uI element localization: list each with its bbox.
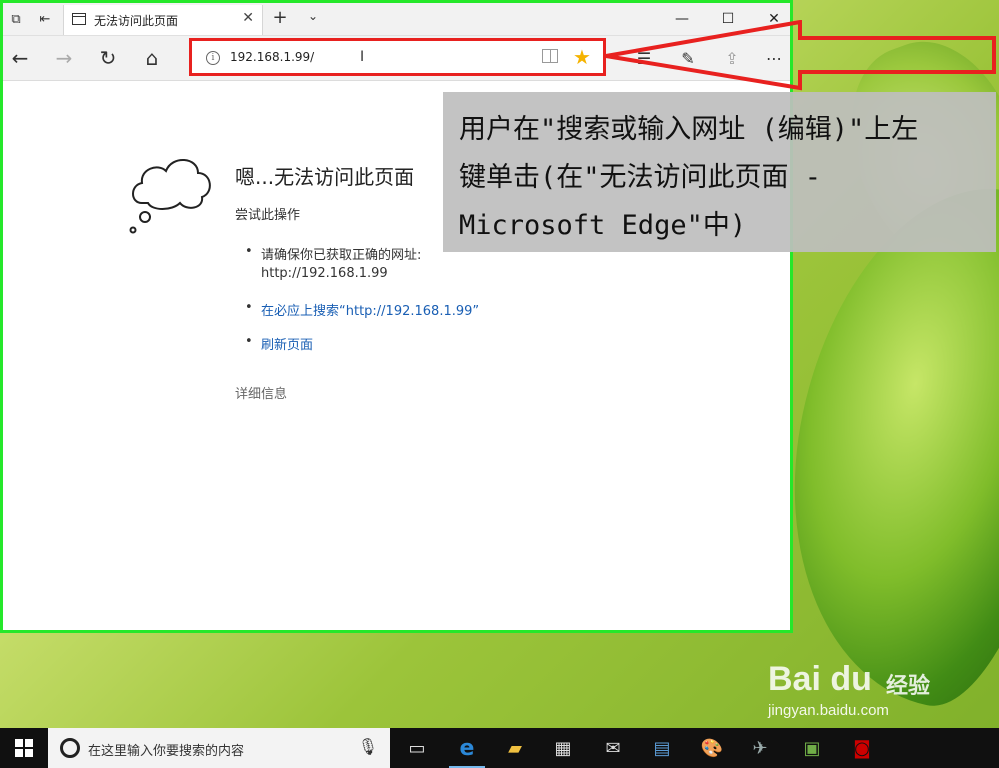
- refresh-icon[interactable]: ↻: [95, 45, 121, 71]
- search-placeholder[interactable]: 在这里输入你要搜索的内容: [88, 740, 244, 759]
- bing-search-link[interactable]: 在必应上搜索“http://192.168.1.99”: [261, 300, 479, 319]
- tab-list-chevron-down-icon[interactable]: ⌄: [303, 9, 323, 23]
- error-title: 嗯...无法访问此页面: [235, 165, 415, 189]
- callout-line: 用户在"搜索或输入网址 (编辑)"上左: [459, 114, 919, 145]
- store-icon[interactable]: ▦: [541, 733, 585, 763]
- jingyan-label: 经验: [886, 674, 931, 699]
- details-toggle[interactable]: 详细信息: [235, 383, 287, 402]
- recorder-icon[interactable]: ◙: [840, 733, 884, 763]
- url-hint: http://192.168.1.99: [261, 266, 388, 281]
- cortana-icon[interactable]: [60, 738, 80, 758]
- favorite-star-icon[interactable]: ★: [573, 45, 591, 69]
- taskbar: 在这里输入你要搜索的内容 🎙 ▭ e ▰ ▦ ✉ ▤ 🎨 ✈ ▣ ◙: [0, 728, 999, 768]
- taskbar-search-box[interactable]: 在这里输入你要搜索的内容 🎙: [48, 728, 390, 768]
- app-icon[interactable]: ▣: [790, 733, 834, 763]
- callout-line: Microsoft Edge"中): [459, 210, 747, 241]
- microphone-icon[interactable]: 🎙: [358, 737, 378, 756]
- text-cursor-icon: I: [360, 49, 365, 65]
- page-icon: [72, 13, 86, 25]
- forward-arrow-icon[interactable]: →: [51, 45, 77, 71]
- watermark-url: jingyan.baidu.com: [768, 702, 889, 719]
- windows-logo-icon: [15, 739, 33, 757]
- address-bar[interactable]: i 192.168.1.99/ I ★: [189, 38, 606, 76]
- set-aside-tabs-icon[interactable]: ⧉: [6, 9, 26, 29]
- paint-icon[interactable]: 🎨: [690, 733, 734, 763]
- refresh-page-link[interactable]: 刷新页面: [261, 334, 313, 353]
- tab-active[interactable]: 无法访问此页面 ✕: [63, 5, 263, 35]
- app-icon[interactable]: ✈: [738, 733, 782, 763]
- url-text[interactable]: 192.168.1.99/: [230, 50, 314, 64]
- thought-cloud-icon: [129, 159, 211, 234]
- tab-title: 无法访问此页面: [94, 14, 179, 28]
- reading-view-icon[interactable]: [542, 49, 558, 63]
- baidu-logo: Bai du: [768, 660, 872, 698]
- app-icon[interactable]: ▤: [640, 733, 684, 763]
- mail-icon[interactable]: ✉: [591, 733, 635, 763]
- callout-line: 键单击(在"无法访问此页面 -: [459, 162, 822, 193]
- red-arrow-annotation: [605, 20, 996, 91]
- back-arrow-icon[interactable]: ←: [7, 45, 33, 71]
- task-view-icon[interactable]: ▭: [395, 733, 439, 763]
- tabs-aside-icon[interactable]: ⇤: [35, 9, 55, 29]
- file-explorer-icon[interactable]: ▰: [493, 733, 537, 763]
- error-subtitle: 尝试此操作: [235, 208, 301, 223]
- site-info-icon[interactable]: i: [206, 51, 220, 65]
- windows-start-button[interactable]: [0, 728, 48, 768]
- edge-icon[interactable]: e: [445, 733, 489, 768]
- home-icon[interactable]: ⌂: [139, 45, 165, 71]
- instruction-callout: 用户在"搜索或输入网址 (编辑)"上左 键单击(在"无法访问此页面 - Micr…: [443, 92, 996, 252]
- baidu-jingyan-watermark: Bai du 经验 jingyan.baidu.com: [768, 660, 968, 720]
- new-tab-button[interactable]: +: [269, 7, 291, 28]
- bullet-text: 请确保你已获取正确的网址:: [261, 248, 422, 263]
- tab-close-icon[interactable]: ✕: [242, 10, 254, 26]
